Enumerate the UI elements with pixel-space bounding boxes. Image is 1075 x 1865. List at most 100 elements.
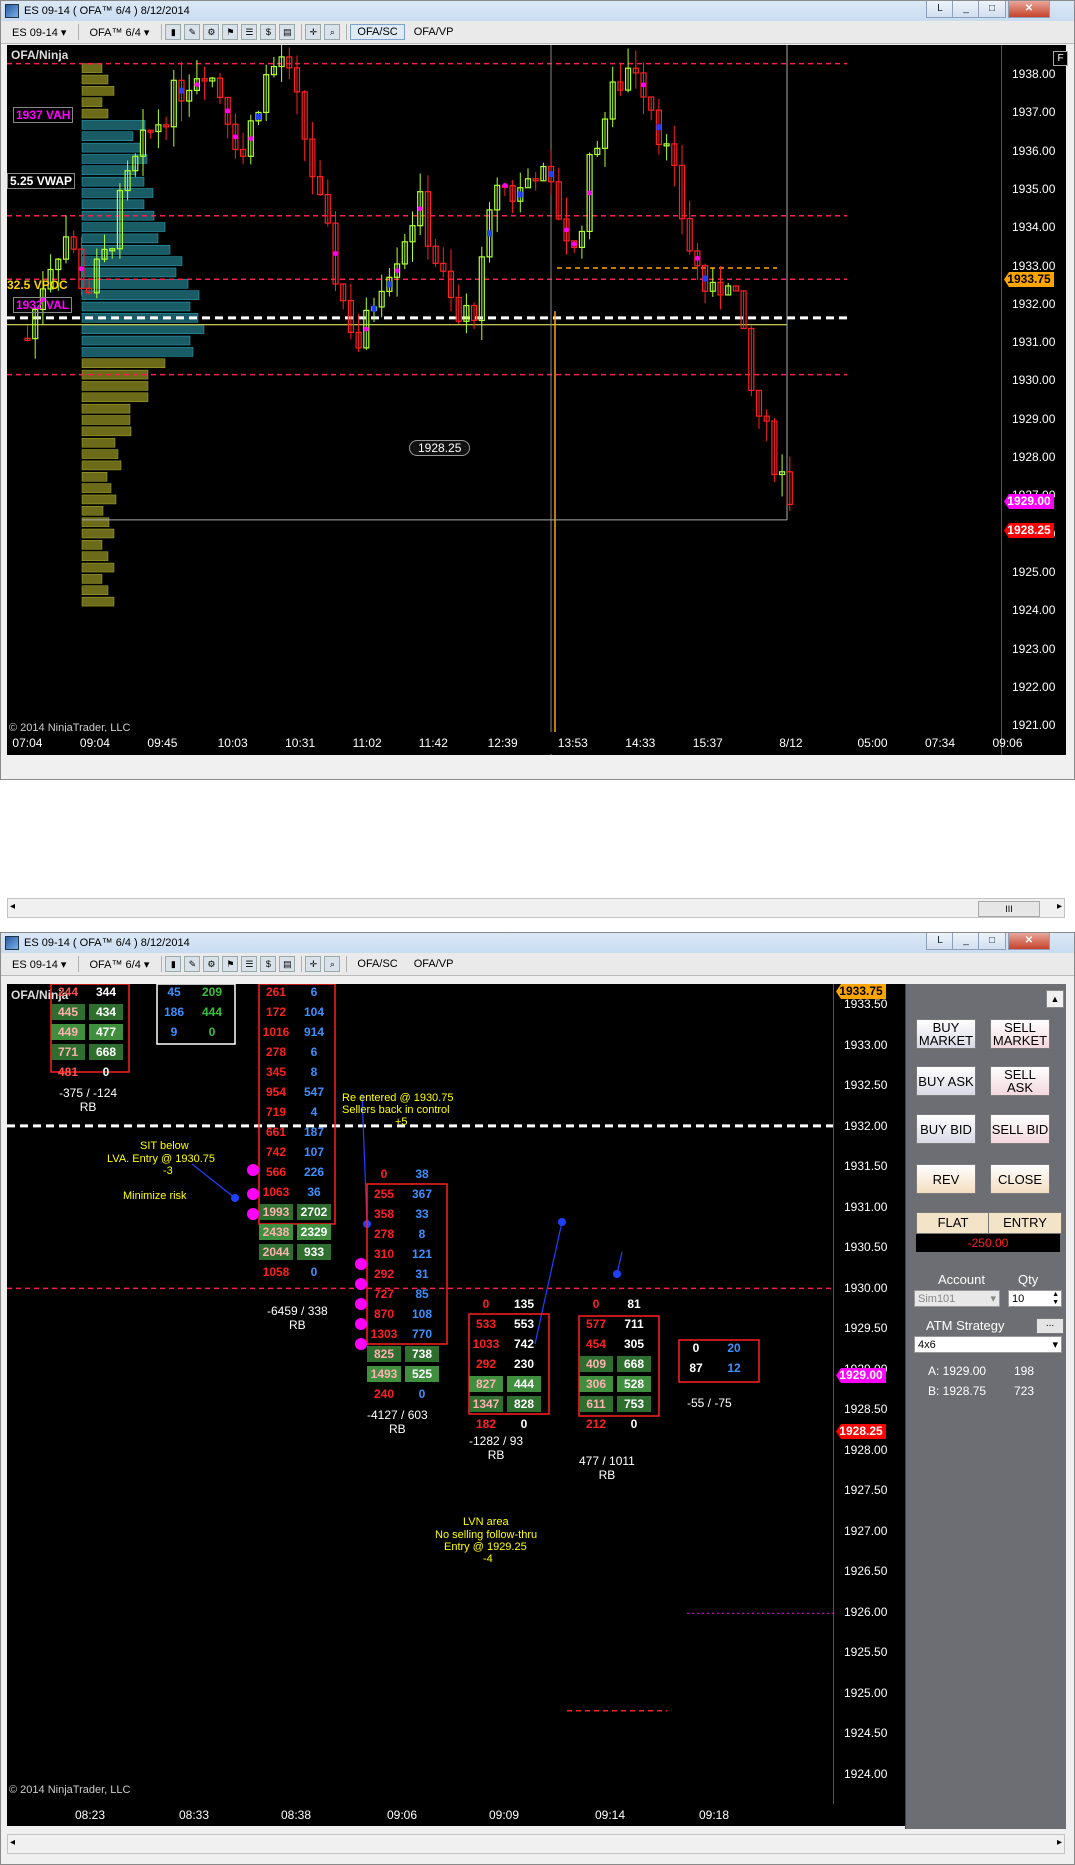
time-tick: 09:06 [992,736,1023,750]
restore-icon[interactable]: L [926,933,954,950]
low-marker-label: 1928.25 [409,440,471,456]
bars-dropdown[interactable]: OFA™ 6/4 ▾ [82,956,156,973]
volume-profile-bar [81,324,205,334]
annotation-plus5: +5 [395,1116,408,1128]
price-tick: 1938.00 [1012,67,1056,81]
scroll-left-icon[interactable]: ◂ [10,901,15,912]
maximize-icon[interactable]: □ [978,933,1006,950]
zoom-icon[interactable]: ⌕ [324,24,341,40]
footprint-cell: 771 [51,1044,85,1060]
tab-ofa-vp[interactable]: OFA/VP [407,956,461,972]
price-tick: 1933.50 [844,997,888,1011]
footprint-cell: 261 [265,985,287,999]
strategy-icon[interactable]: ⚑ [222,24,239,40]
bottom-time-axis[interactable]: 08:23 08:33 08:38 09:06 09:09 09:14 09:18 [7,1804,905,1826]
annotation-minimize-risk: Minimize risk [123,1190,187,1202]
sell-bid-button[interactable]: SELL BID [990,1114,1050,1144]
qty-stepper[interactable]: 10 ▲ ▼ [1008,1290,1062,1307]
scroll-right-icon[interactable]: ▸ [1057,901,1062,912]
indicator-icon[interactable]: ⚙ [203,24,220,40]
bar-type: RB [487,1448,505,1462]
chart-trader-icon[interactable]: ▤ [279,24,296,40]
buy-ask-button[interactable]: BUY ASK [916,1066,976,1096]
top-title-bar[interactable]: ES 09-14 ( OFA™ 6/4 ) 8/12/2014 L _ □ ✕ [1,1,1074,21]
zoom-icon[interactable]: ⌕ [324,956,341,972]
bottom-title-bar[interactable]: ES 09-14 ( OFA™ 6/4 ) 8/12/2014 L _ □ ✕ [1,933,1074,953]
footprint-cell: 244 [57,985,79,999]
footprint-cell: 1033 [472,1337,500,1351]
close-icon[interactable]: ✕ [1008,1,1050,18]
atm-strategy-options-button[interactable]: ... [1036,1318,1064,1334]
footprint-cell: 12 [727,1361,741,1375]
time-tick: 09:45 [147,736,178,750]
bar-style-icon[interactable]: ▮ [165,24,182,40]
bar-style-icon[interactable]: ▮ [165,956,182,972]
delta-dot [641,82,646,88]
price-tick: 1932.00 [844,1118,888,1133]
instrument-dropdown[interactable]: ES 09-14 ▾ [5,24,73,41]
bottom-horizontal-scrollbar[interactable]: ◂ ▸ [7,1834,1065,1854]
close-icon[interactable]: ✕ [1008,933,1050,950]
indicator-icon[interactable]: ⚙ [203,956,220,972]
buy-bid-button[interactable]: BUY BID [916,1114,976,1144]
footprint-cell: 454 [585,1337,607,1351]
sell-market-button[interactable]: SELL MARKET [990,1019,1050,1049]
footprint-cell: 226 [303,1165,325,1179]
footprint-cell: 38 [415,1167,429,1181]
rev-button[interactable]: REV [916,1164,976,1194]
bottom-footprint-chart[interactable]: OFA/Ninja © 2014 NinjaTrader, LLC 244 344… [7,984,833,1804]
account-select[interactable]: Sim101 ▾ [914,1290,1000,1307]
footprint-cell: 870 [373,1307,395,1321]
crosshair-icon[interactable]: ✛ [305,956,322,972]
footprint-cell: 742 [265,1145,287,1159]
imbalance-dot [247,1164,259,1176]
data-box-icon[interactable]: $ [260,24,277,40]
time-tick: 8/12 [779,736,803,750]
top-time-ticks[interactable]: 07:04 09:04 09:45 10:03 10:31 11:02 11:42 12:39… [7,732,1023,754]
top-horizontal-scrollbar[interactable]: ◂ III ▸ [7,898,1065,918]
annotation-entry-2925: Entry @ 1929.25 [444,1541,527,1553]
properties-icon[interactable]: ☰ [241,956,258,972]
sell-ask-button[interactable]: SELL ASK [990,1066,1050,1096]
scroll-right-icon[interactable]: ▸ [1057,1837,1062,1848]
tab-ofa-sc[interactable]: OFA/SC [350,956,404,972]
maximize-icon[interactable]: □ [978,1,1006,18]
atm-strategy-select[interactable]: 4x6 ▾ [914,1336,1062,1353]
price-tick: 1929.00 [1012,411,1056,426]
minimize-icon[interactable]: _ [952,1,980,18]
crosshair-icon[interactable]: ✛ [305,24,322,40]
top-price-axis[interactable]: 1938.00 1937.00 1936.00 1935.00 1934.00 1933.… [1001,45,1066,755]
data-box-icon[interactable]: $ [260,956,277,972]
close-position-button[interactable]: CLOSE [990,1164,1050,1194]
buy-market-button[interactable]: BUY MARKET [916,1019,976,1049]
volume-profile-bar [81,86,115,96]
top-corner-button[interactable]: F [1053,51,1068,66]
bars-dropdown[interactable]: OFA™ 6/4 ▾ [82,24,156,41]
chart-trader-icon[interactable]: ▤ [279,956,296,972]
annotation-lva-entry: LVA. Entry @ 1930.75 [107,1153,215,1165]
restore-icon[interactable]: L [926,1,954,18]
tab-ofa-sc[interactable]: OFA/SC [350,24,405,40]
footprint-cell: 449 [51,1024,85,1040]
top-price-chart[interactable]: OFA/Ninja 1937 VAH 5.25 VWAP 32.5 VPOC 1… [7,45,1001,755]
draw-tool-icon[interactable]: ✎ [184,956,201,972]
scroll-thumb[interactable]: III [978,901,1040,917]
scroll-left-icon[interactable]: ◂ [10,1837,15,1848]
draw-tool-icon[interactable]: ✎ [184,24,201,40]
price-tag-orange: 1933.75 [1004,272,1054,287]
tab-ofa-vp[interactable]: OFA/VP [407,24,461,40]
minimize-icon[interactable]: _ [952,933,980,950]
instrument-dropdown[interactable]: ES 09-14 ▾ [5,956,73,973]
properties-icon[interactable]: ☰ [241,24,258,40]
stepper-arrows-icon[interactable]: ▲ ▼ [1052,1291,1059,1307]
bottom-price-axis[interactable]: 1933.50 1933.00 1932.50 1932.00 1931.50 1931.… [833,984,906,1804]
footprint-cell: 553 [513,1317,535,1331]
time-tick: 11:42 [418,736,448,750]
footprint-cell: 0 [482,1297,490,1311]
atm-strategy-label: ATM Strategy [926,1318,1005,1333]
price-tick: 1937.00 [1012,105,1056,120]
delta-dot [78,266,84,272]
panel-scroll-up[interactable]: ▲ [1046,990,1064,1008]
strategy-icon[interactable]: ⚑ [222,956,239,972]
time-tick: 09:18 [699,1808,730,1822]
